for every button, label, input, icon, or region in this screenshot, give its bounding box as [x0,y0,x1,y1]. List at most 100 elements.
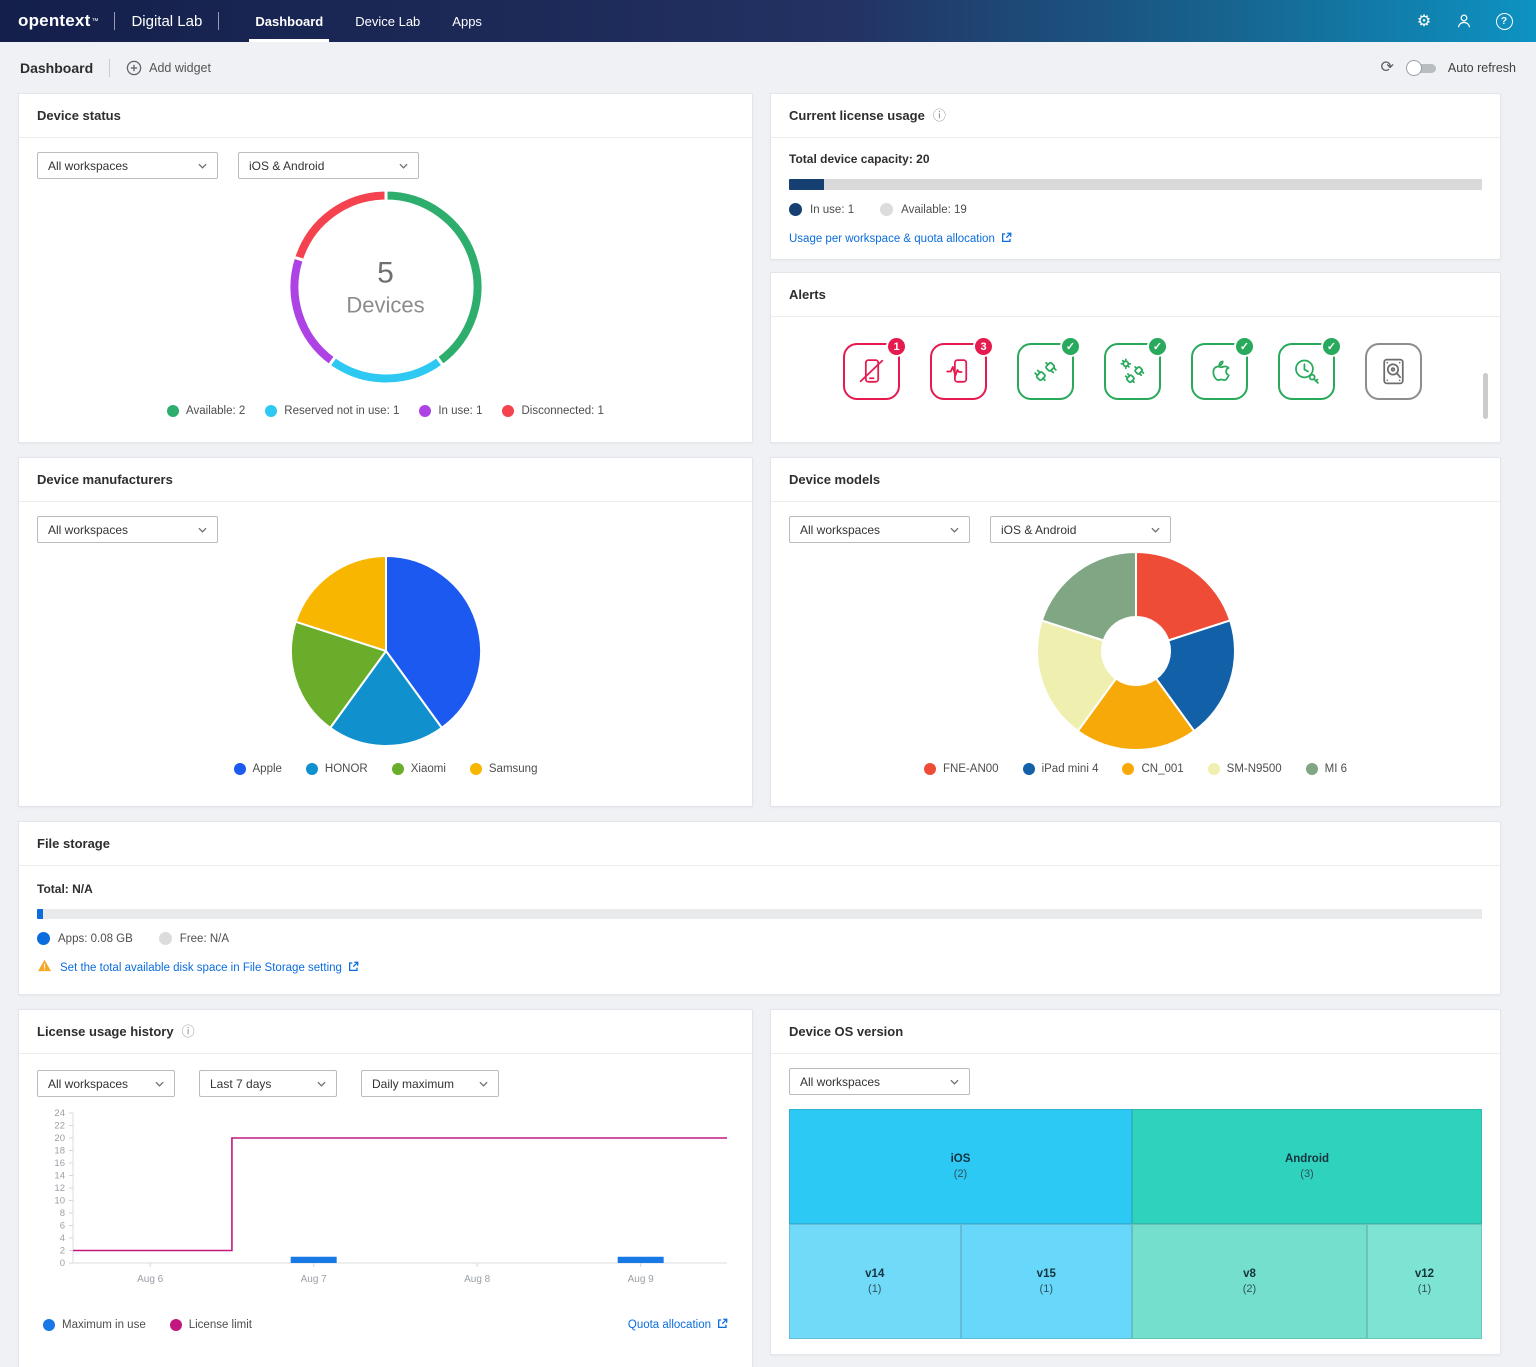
chevron-down-icon [479,1081,488,1087]
legend-item: In use: 1 [419,405,482,417]
period-filter-dropdown[interactable]: Last 7 days [199,1070,337,1097]
widget-title: Alerts [789,287,826,302]
device-capacity-label: Total device capacity: 20 [789,152,1482,166]
file-storage-legend: Apps: 0.08 GB Free: N/A [37,932,1482,945]
device-models-widget: Device models All workspaces iOS & Andro… [770,457,1501,807]
in-use-dot [789,203,802,216]
add-widget-button[interactable]: Add widget [126,60,211,76]
tab-dashboard[interactable]: Dashboard [239,0,339,42]
os-filter-dropdown[interactable]: iOS & Android [990,516,1171,543]
in-use-label: In use: 1 [810,204,854,216]
treemap-cell-v14[interactable]: v14(1) [789,1224,961,1339]
auto-refresh-toggle[interactable] [1406,62,1436,74]
widget-header: Device manufacturers [19,458,752,502]
warning-icon [37,959,52,977]
top-nav: opentext™ Digital Lab Dashboard Device L… [0,0,1536,42]
device-os-version-widget: Device OS version All workspaces iOS(2)A… [770,1009,1501,1355]
info-icon[interactable]: ⓘ [182,1025,195,1038]
widget-title: License usage history [37,1024,174,1039]
alert-badge: ✓ [1234,336,1255,357]
alert-tile-connector-settings-icon[interactable]: ✓ [1104,343,1161,400]
chevron-down-icon [317,1081,326,1087]
chevron-down-icon [155,1081,164,1087]
brand-text: opentext [18,11,90,31]
svg-text:Aug 7: Aug 7 [301,1274,328,1285]
free-dot [159,932,172,945]
license-usage-legend: In use: 1 Available: 19 [789,203,1482,216]
phone-disconnected-icon [855,355,888,388]
storage-total-label: Total: N/A [37,882,1482,896]
legend-item: Samsung [470,763,538,775]
nav-divider [114,12,115,30]
alert-badge: 3 [973,336,994,357]
license-expiry-icon [1290,355,1323,388]
workspace-filter-dropdown[interactable]: All workspaces [37,516,218,543]
page-title: Dashboard [20,60,93,76]
settings-gear-icon[interactable]: ⚙ [1414,11,1434,31]
treemap-cell-iOS[interactable]: iOS(2) [789,1109,1132,1224]
product-name: Digital Lab [131,0,202,42]
refresh-icon[interactable]: ⟳ [1381,60,1394,76]
treemap-cell-v8[interactable]: v8(2) [1132,1224,1367,1339]
svg-text:14: 14 [54,1171,65,1182]
tab-apps[interactable]: Apps [436,0,498,42]
widget-header: License usage history ⓘ [19,1010,752,1054]
alert-tile-connector-icon[interactable]: ✓ [1017,343,1074,400]
quota-allocation-link[interactable]: Quota allocation [628,1318,728,1332]
file-storage-setting-link[interactable]: Set the total available disk space in Fi… [60,961,359,975]
svg-text:12: 12 [54,1183,65,1194]
usage-per-workspace-link[interactable]: Usage per workspace & quota allocation [789,232,1012,246]
workspace-filter-dropdown[interactable]: All workspaces [37,1070,175,1097]
free-label: Free: N/A [180,933,229,945]
widget-title: Device models [789,472,880,487]
aggregation-filter-dropdown[interactable]: Daily maximum [361,1070,499,1097]
svg-text:18: 18 [54,1146,65,1157]
user-account-icon[interactable] [1454,11,1474,31]
plus-circle-icon [126,60,142,76]
tab-device-lab[interactable]: Device Lab [339,0,436,42]
device-status-legend: Available: 2Reserved not in use: 1In use… [37,405,734,417]
device-status-widget: Device status All workspaces iOS & Andro… [18,93,753,443]
treemap-cell-v12[interactable]: v12(1) [1367,1224,1482,1339]
connector-settings-icon [1116,355,1149,388]
external-link-icon [717,1318,728,1332]
add-widget-label: Add widget [149,61,211,75]
apps-label: Apps: 0.08 GB [58,933,133,945]
widget-header: Device status [19,94,752,138]
manufacturers-legend: AppleHONORXiaomiSamsung [37,763,734,775]
treemap-cell-Android[interactable]: Android(3) [1132,1109,1482,1224]
widget-header: Device OS version [771,1010,1500,1054]
info-icon[interactable]: ⓘ [933,109,946,122]
widget-header: File storage [19,822,1500,866]
alert-badge: ✓ [1060,336,1081,357]
toolbar-divider [109,59,110,77]
alert-tile-phone-unhealthy-icon[interactable]: 3 [930,343,987,400]
workspace-filter-dropdown[interactable]: All workspaces [789,1068,970,1095]
nav-tabs: Dashboard Device Lab Apps [239,0,498,42]
workspace-filter-dropdown[interactable]: All workspaces [789,516,970,543]
svg-text:Aug 8: Aug 8 [464,1274,491,1285]
legend-item: CN_001 [1122,763,1183,775]
alerts-scrollbar[interactable] [1483,373,1488,419]
available-dot [880,203,893,216]
treemap-cell-v15[interactable]: v15(1) [961,1224,1133,1339]
legend-item: Available: 2 [167,405,245,417]
alerts-widget: Alerts 13✓✓✓✓ [770,272,1501,443]
alert-tile-phone-disconnected-icon[interactable]: 1 [843,343,900,400]
phone-unhealthy-icon [942,355,975,388]
alert-tile-license-expiry-icon[interactable]: ✓ [1278,343,1335,400]
widget-header: Alerts [771,273,1500,317]
svg-text:24: 24 [54,1108,65,1119]
alert-badge: ✓ [1321,336,1342,357]
alert-tile-disk-inspect-icon[interactable] [1365,343,1422,400]
widget-title: Device OS version [789,1024,903,1039]
os-filter-dropdown[interactable]: iOS & Android [238,152,419,179]
workspace-filter-dropdown[interactable]: All workspaces [37,152,218,179]
help-icon[interactable]: ? [1494,11,1514,31]
alert-tile-apple-icon[interactable]: ✓ [1191,343,1248,400]
connector-icon [1029,355,1062,388]
widget-header: Device models [771,458,1500,502]
external-link-icon [1001,232,1012,246]
svg-text:20: 20 [54,1133,65,1144]
available-label: Available: 19 [901,204,967,216]
